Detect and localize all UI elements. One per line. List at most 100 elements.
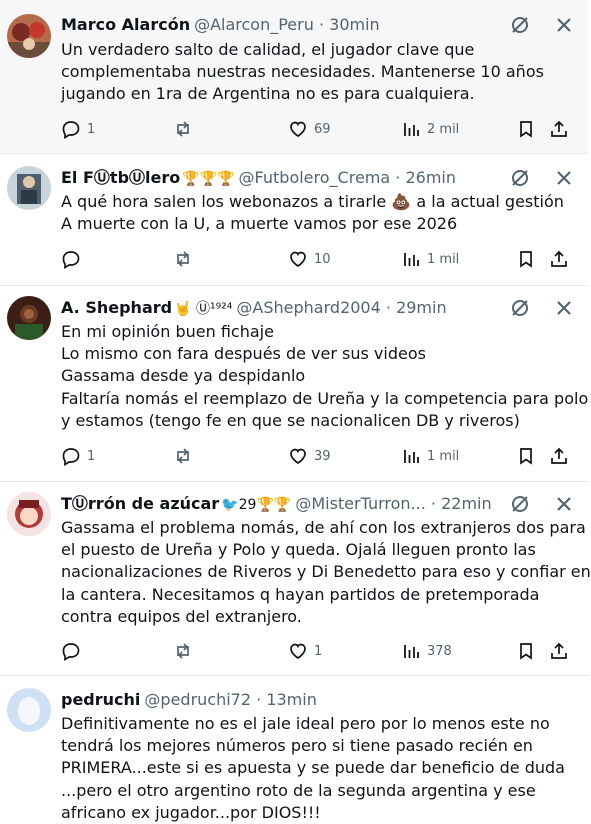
views-button[interactable]: 1 mil (401, 248, 459, 270)
text-line: complementaba nuestras necesidades. Mant… (61, 62, 544, 82)
bookmark-button[interactable] (516, 445, 536, 467)
top-icons (510, 15, 574, 39)
like-count: 1 (314, 643, 323, 659)
more-options-icon[interactable] (554, 168, 574, 192)
grok-icon[interactable] (510, 168, 530, 192)
reply-icon (61, 249, 81, 269)
views-button[interactable]: 378 (401, 640, 452, 662)
author-name[interactable]: A. Shephard (61, 298, 172, 317)
author-handle[interactable]: @MisterTurron... (295, 494, 425, 513)
text-line: el puesto de Ureña y Polo y queda. Ojalá… (61, 540, 536, 560)
repost-button[interactable] (173, 118, 199, 140)
timestamp[interactable]: 22min (441, 494, 492, 513)
separator-dot: · (430, 494, 436, 513)
text-line: nacionalizaciones de Riveros y Di Benede… (61, 562, 591, 582)
share-button[interactable] (549, 640, 569, 662)
views-count: 2 mil (427, 121, 460, 137)
share-button[interactable] (549, 445, 569, 467)
author-handle[interactable]: @Alarcon_Peru (194, 15, 314, 34)
reply-count: 1 (87, 448, 96, 464)
share-button[interactable] (549, 118, 569, 140)
text-line: Un verdadero salto de calidad, el jugado… (61, 40, 475, 59)
post[interactable]: El FⓊtbⓊlero 🏆🏆🏆 @Futbolero_Crema · 26min … (0, 154, 588, 286)
bookmark-icon (516, 641, 536, 661)
grok-icon[interactable] (510, 15, 530, 39)
like-button[interactable]: 39 (288, 445, 331, 467)
bar-chart-icon (401, 119, 421, 139)
post[interactable]: Marco Alarcón @Alarcon_Peru · 30min Un ve… (0, 0, 588, 154)
timestamp[interactable]: 30min (329, 15, 380, 34)
top-icons (510, 298, 574, 322)
repost-button[interactable] (173, 445, 199, 467)
text-line: Definitivamente no es el jale ideal pero… (61, 714, 550, 733)
action-bar: 1 39 1 mil (61, 445, 574, 467)
text-line: En mi opinión buen fichaje (61, 322, 274, 341)
text-line: la cantera. Necesitamos q hayan partidos… (61, 584, 540, 604)
author-handle[interactable]: @AShephard2004 (236, 298, 380, 317)
timestamp[interactable]: 26min (405, 168, 456, 187)
repost-button[interactable] (173, 248, 199, 270)
post[interactable]: pedruchi @pedruchi72 · 13min Definitivame… (0, 676, 588, 822)
bookmark-button[interactable] (516, 640, 536, 662)
post-header: El FⓊtbⓊlero 🏆🏆🏆 @Futbolero_Crema · 26min (61, 167, 588, 189)
grok-icon[interactable] (510, 494, 530, 518)
post[interactable]: A. Shephard 🤘 Ⓤ¹⁹²⁴ @AShephard2004 · 29min… (0, 286, 588, 482)
timestamp[interactable]: 13min (266, 690, 317, 709)
more-options-icon[interactable] (554, 298, 574, 322)
post-text: En mi opinión buen fichaje Lo mismo con … (61, 321, 589, 432)
author-badges: 🐦29🏆🏆 (221, 497, 292, 513)
views-button[interactable]: 2 mil (401, 118, 459, 140)
share-icon (549, 446, 569, 466)
share-button[interactable] (549, 248, 569, 270)
avatar[interactable] (7, 14, 51, 58)
text-line: Faltaría nomás el reemplazo de Ureña y l… (61, 388, 589, 408)
reply-button[interactable]: 1 (61, 445, 95, 467)
author-badges: 🏆🏆🏆 (182, 171, 235, 187)
top-icons (510, 494, 574, 518)
like-button[interactable]: 1 (288, 640, 322, 662)
reply-icon (61, 446, 81, 466)
like-button[interactable]: 69 (288, 118, 331, 140)
text-line: A muerte con la U, a muerte vamos por es… (61, 214, 458, 234)
post-header: Marco Alarcón @Alarcon_Peru · 30min (61, 14, 588, 36)
views-count: 1 mil (427, 448, 460, 464)
post-text: A qué hora salen los webonazos a tirarle… (61, 191, 578, 235)
action-bar: 1 69 2 mil (61, 118, 574, 140)
post[interactable]: TⓊrrón de azúcar 🐦29🏆🏆 @MisterTurron... · … (0, 482, 591, 676)
avatar[interactable] (7, 688, 51, 732)
author-handle[interactable]: @pedruchi72 (144, 690, 251, 709)
views-button[interactable]: 1 mil (401, 445, 459, 467)
avatar[interactable] (7, 166, 51, 210)
heart-icon (288, 641, 308, 661)
reply-button[interactable] (61, 640, 87, 662)
author-handle[interactable]: @Futbolero_Crema (239, 168, 391, 187)
reply-button[interactable] (61, 248, 87, 270)
timestamp[interactable]: 29min (396, 298, 447, 317)
repost-icon (173, 641, 193, 661)
author-name[interactable]: Marco Alarcón (61, 15, 190, 34)
bookmark-button[interactable] (516, 118, 536, 140)
more-options-icon[interactable] (554, 15, 574, 39)
reply-button[interactable]: 1 (61, 118, 95, 140)
text-line: y estamos (tengo fe en que se nacionalic… (61, 410, 520, 430)
views-count: 1 mil (427, 251, 460, 267)
repost-icon (173, 446, 193, 466)
views-count: 378 (427, 643, 452, 659)
text-line: tendrá los mejores números pero si tiene… (61, 736, 533, 756)
author-name[interactable]: TⓊrrón de azúcar (61, 494, 219, 513)
more-options-icon[interactable] (554, 494, 574, 518)
author-name[interactable]: El FⓊtbⓊlero (61, 168, 180, 187)
avatar[interactable] (7, 296, 51, 340)
bookmark-button[interactable] (516, 248, 536, 270)
post-text: Un verdadero salto de calidad, el jugado… (61, 39, 578, 106)
author-name[interactable]: pedruchi (61, 690, 140, 709)
grok-icon[interactable] (510, 298, 530, 322)
avatar[interactable] (7, 492, 51, 536)
like-button[interactable]: 10 (288, 248, 331, 270)
like-count: 39 (314, 448, 331, 464)
repost-icon (173, 119, 193, 139)
bookmark-icon (516, 249, 536, 269)
repost-button[interactable] (173, 640, 199, 662)
reply-icon (61, 641, 81, 661)
action-bar: 1 378 (61, 640, 574, 662)
